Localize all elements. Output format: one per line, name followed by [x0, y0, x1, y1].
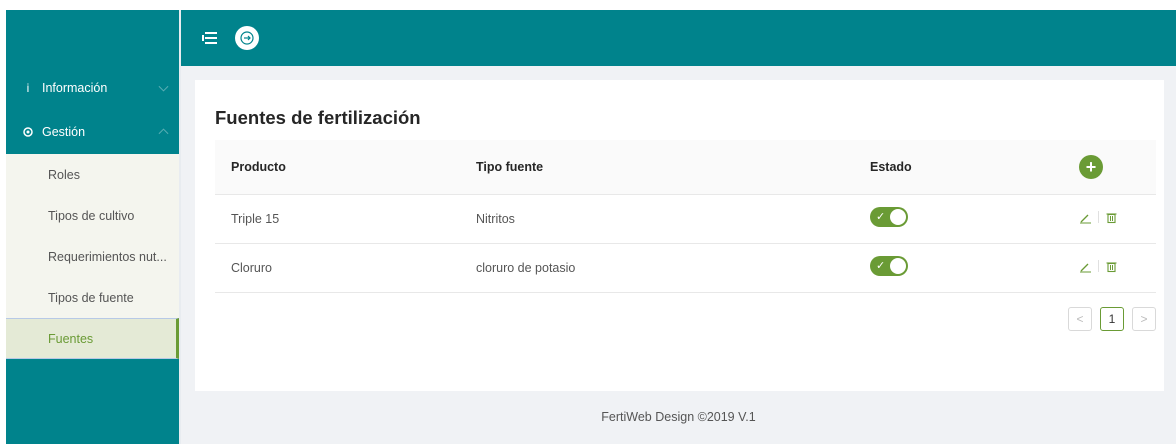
table-row: Triple 15 Nitritos ✓	[215, 194, 1156, 244]
info-icon: i	[26, 81, 30, 95]
cell-tipo-fuente: cloruro de potasio	[460, 243, 854, 293]
menu-fold-icon[interactable]	[201, 31, 217, 45]
sidebar-item-tipos-de-cultivo[interactable]: Tipos de cultivo	[6, 195, 179, 236]
sidebar-item-tipos-de-fuente[interactable]: Tipos de fuente	[6, 277, 179, 318]
sidebar: i Información Gestión Roles Tipos de cul…	[6, 10, 181, 444]
content-card: Fuentes de fertilización Producto Tipo f…	[195, 80, 1164, 391]
sidebar-item-roles[interactable]: Roles	[6, 154, 179, 195]
footer: FertiWeb Design ©2019 V.1	[601, 410, 756, 424]
next-page-button[interactable]: >	[1132, 307, 1156, 331]
delete-icon[interactable]	[1105, 211, 1118, 224]
column-header-tipo-fuente: Tipo fuente	[460, 140, 854, 195]
app-frame: i Información Gestión Roles Tipos de cul…	[6, 10, 1176, 444]
cell-producto: Triple 15	[215, 194, 460, 244]
logout-button[interactable]	[235, 26, 259, 50]
toggle-knob	[890, 209, 906, 225]
main-area: Fuentes de fertilización Producto Tipo f…	[181, 10, 1176, 444]
delete-icon[interactable]	[1105, 260, 1118, 273]
cell-tipo-fuente: Nitritos	[460, 194, 854, 244]
sidebar-item-requerimientos[interactable]: Requerimientos nut...	[6, 236, 179, 277]
toggle-knob	[890, 258, 906, 274]
cell-producto: Cloruro	[215, 243, 460, 293]
prev-page-button[interactable]: <	[1068, 307, 1092, 331]
column-header-actions: +	[1063, 140, 1156, 195]
sidebar-item-fuentes[interactable]: Fuentes	[6, 318, 179, 359]
cell-actions	[1063, 194, 1156, 244]
table-row: Cloruro cloruro de potasio ✓	[215, 243, 1156, 293]
sidebar-group-label: Gestión	[42, 125, 86, 139]
column-header-estado: Estado	[854, 140, 1063, 195]
page-button-current[interactable]: 1	[1100, 307, 1124, 331]
page-title: Fuentes de fertilización	[215, 107, 421, 128]
sidebar-submenu: Roles Tipos de cultivo Requerimientos nu…	[6, 154, 179, 359]
sidebar-group-gestion[interactable]: Gestión	[6, 110, 179, 154]
logout-icon	[240, 31, 254, 45]
fuentes-table: Producto Tipo fuente Estado + Triple 15 …	[215, 140, 1156, 293]
sidebar-group-informacion[interactable]: i Información	[6, 66, 179, 110]
gear-icon	[20, 126, 36, 138]
chevron-down-icon	[158, 81, 169, 92]
cell-estado: ✓	[854, 194, 1063, 244]
chevron-up-icon	[158, 128, 169, 139]
pagination: < 1 >	[1068, 307, 1156, 331]
cell-estado: ✓	[854, 243, 1063, 293]
edit-icon[interactable]	[1079, 211, 1092, 224]
edit-icon[interactable]	[1079, 260, 1092, 273]
logo-area	[6, 10, 179, 66]
table-header-row: Producto Tipo fuente Estado +	[215, 140, 1156, 195]
add-button[interactable]: +	[1079, 154, 1103, 179]
estado-toggle[interactable]: ✓	[870, 256, 908, 276]
action-divider	[1098, 211, 1099, 223]
action-divider	[1098, 260, 1099, 272]
sidebar-group-label: Información	[42, 81, 108, 95]
topbar	[181, 10, 1176, 66]
estado-toggle[interactable]: ✓	[870, 207, 908, 227]
check-icon: ✓	[876, 260, 886, 272]
column-header-producto: Producto	[215, 140, 460, 195]
cell-actions	[1063, 243, 1156, 293]
check-icon: ✓	[876, 211, 886, 223]
